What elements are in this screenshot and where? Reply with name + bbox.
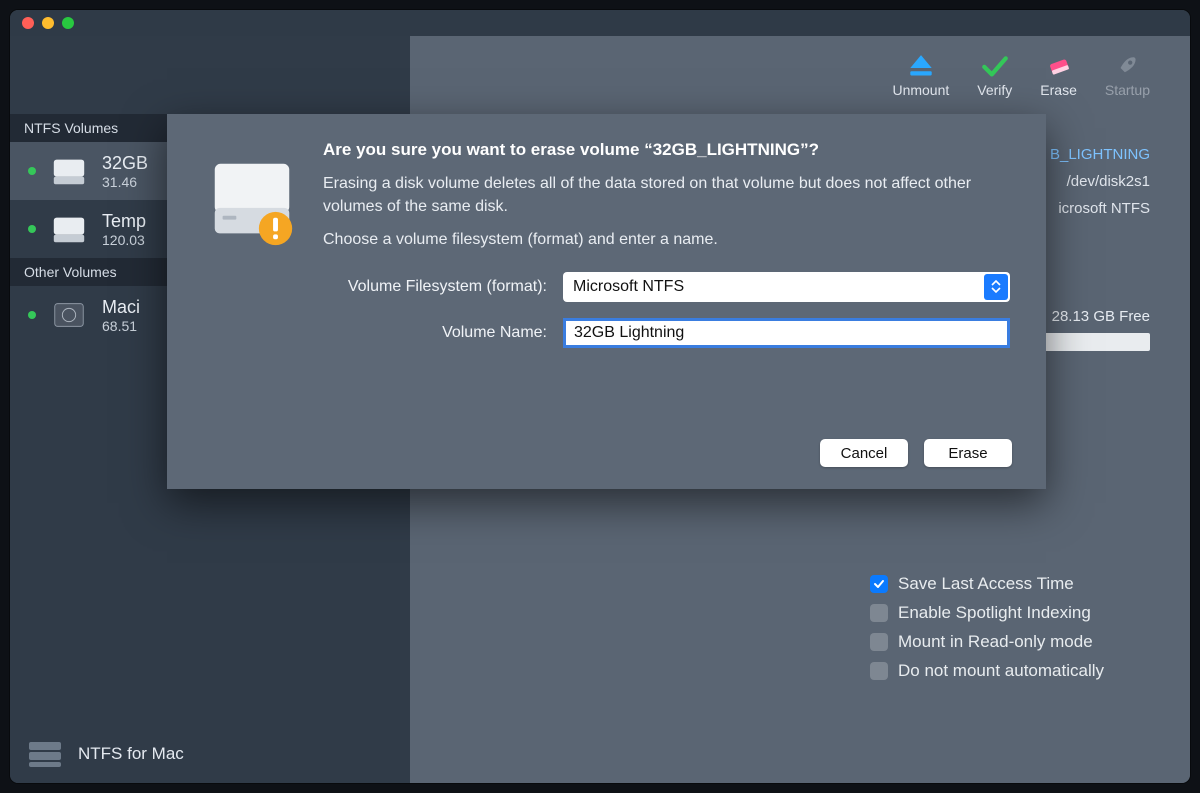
drive-warning-icon xyxy=(203,154,301,252)
maximize-window-button[interactable] xyxy=(62,17,74,29)
checkbox-unchecked-icon[interactable] xyxy=(870,604,888,622)
sidebar-footer: NTFS for Mac xyxy=(10,725,410,783)
eject-icon xyxy=(906,53,936,79)
option-save-last-access[interactable]: Save Last Access Time xyxy=(870,574,1104,594)
confirm-erase-button[interactable]: Erase xyxy=(924,439,1012,467)
eraser-icon xyxy=(1044,53,1074,79)
volume-size: 31.46 xyxy=(102,174,148,190)
name-label: Volume Name: xyxy=(323,324,553,342)
option-readonly[interactable]: Mount in Read-only mode xyxy=(870,632,1104,652)
toolbar: Unmount Verify Erase xyxy=(410,36,1190,114)
checkbox-unchecked-icon[interactable] xyxy=(870,633,888,651)
close-window-button[interactable] xyxy=(22,17,34,29)
status-dot-online-icon xyxy=(28,167,36,175)
dialog-description-1: Erasing a disk volume deletes all of the… xyxy=(323,172,1010,218)
option-no-automount[interactable]: Do not mount automatically xyxy=(870,661,1104,681)
dialog-form: Volume Filesystem (format): Microsoft NT… xyxy=(323,272,1010,348)
verify-button[interactable]: Verify xyxy=(977,53,1012,98)
startup-button: Startup xyxy=(1105,53,1150,98)
erase-button[interactable]: Erase xyxy=(1040,53,1077,98)
format-select[interactable]: Microsoft NTFS xyxy=(563,272,1010,302)
checkmark-icon xyxy=(980,53,1010,79)
volume-size: 120.03 xyxy=(102,232,146,248)
checkbox-checked-icon[interactable] xyxy=(870,575,888,593)
format-label: Volume Filesystem (format): xyxy=(323,278,553,296)
minimize-window-button[interactable] xyxy=(42,17,54,29)
external-drive-icon xyxy=(50,210,88,248)
unmount-button[interactable]: Unmount xyxy=(892,53,949,98)
volume-name: 32GB xyxy=(102,153,148,174)
internal-drive-icon xyxy=(50,296,88,334)
app-name-label: NTFS for Mac xyxy=(78,744,184,764)
external-drive-icon xyxy=(50,152,88,190)
app-logo-icon xyxy=(28,740,62,768)
titlebar[interactable] xyxy=(10,10,1190,36)
volume-name-input[interactable] xyxy=(563,318,1010,348)
rocket-icon xyxy=(1112,53,1142,79)
mount-options: Save Last Access Time Enable Spotlight I… xyxy=(870,574,1104,681)
erase-confirm-dialog: Are you sure you want to erase volume “3… xyxy=(167,114,1046,489)
dialog-actions: Cancel Erase xyxy=(820,439,1012,467)
volume-name: Temp xyxy=(102,211,146,232)
option-spotlight[interactable]: Enable Spotlight Indexing xyxy=(870,603,1104,623)
volume-size: 68.51 xyxy=(102,318,140,334)
status-dot-online-icon xyxy=(28,311,36,319)
status-dot-online-icon xyxy=(28,225,36,233)
dialog-description-2: Choose a volume filesystem (format) and … xyxy=(323,228,1010,251)
volume-name: Maci xyxy=(102,297,140,318)
window-controls xyxy=(22,17,74,29)
checkbox-unchecked-icon[interactable] xyxy=(870,662,888,680)
chevron-updown-icon xyxy=(984,274,1008,300)
format-select-value: Microsoft NTFS xyxy=(573,278,684,296)
cancel-button[interactable]: Cancel xyxy=(820,439,908,467)
app-window: NTFS Volumes 32GB 31.46 Temp 120.0 xyxy=(10,10,1190,783)
dialog-title: Are you sure you want to erase volume “3… xyxy=(323,140,1010,160)
